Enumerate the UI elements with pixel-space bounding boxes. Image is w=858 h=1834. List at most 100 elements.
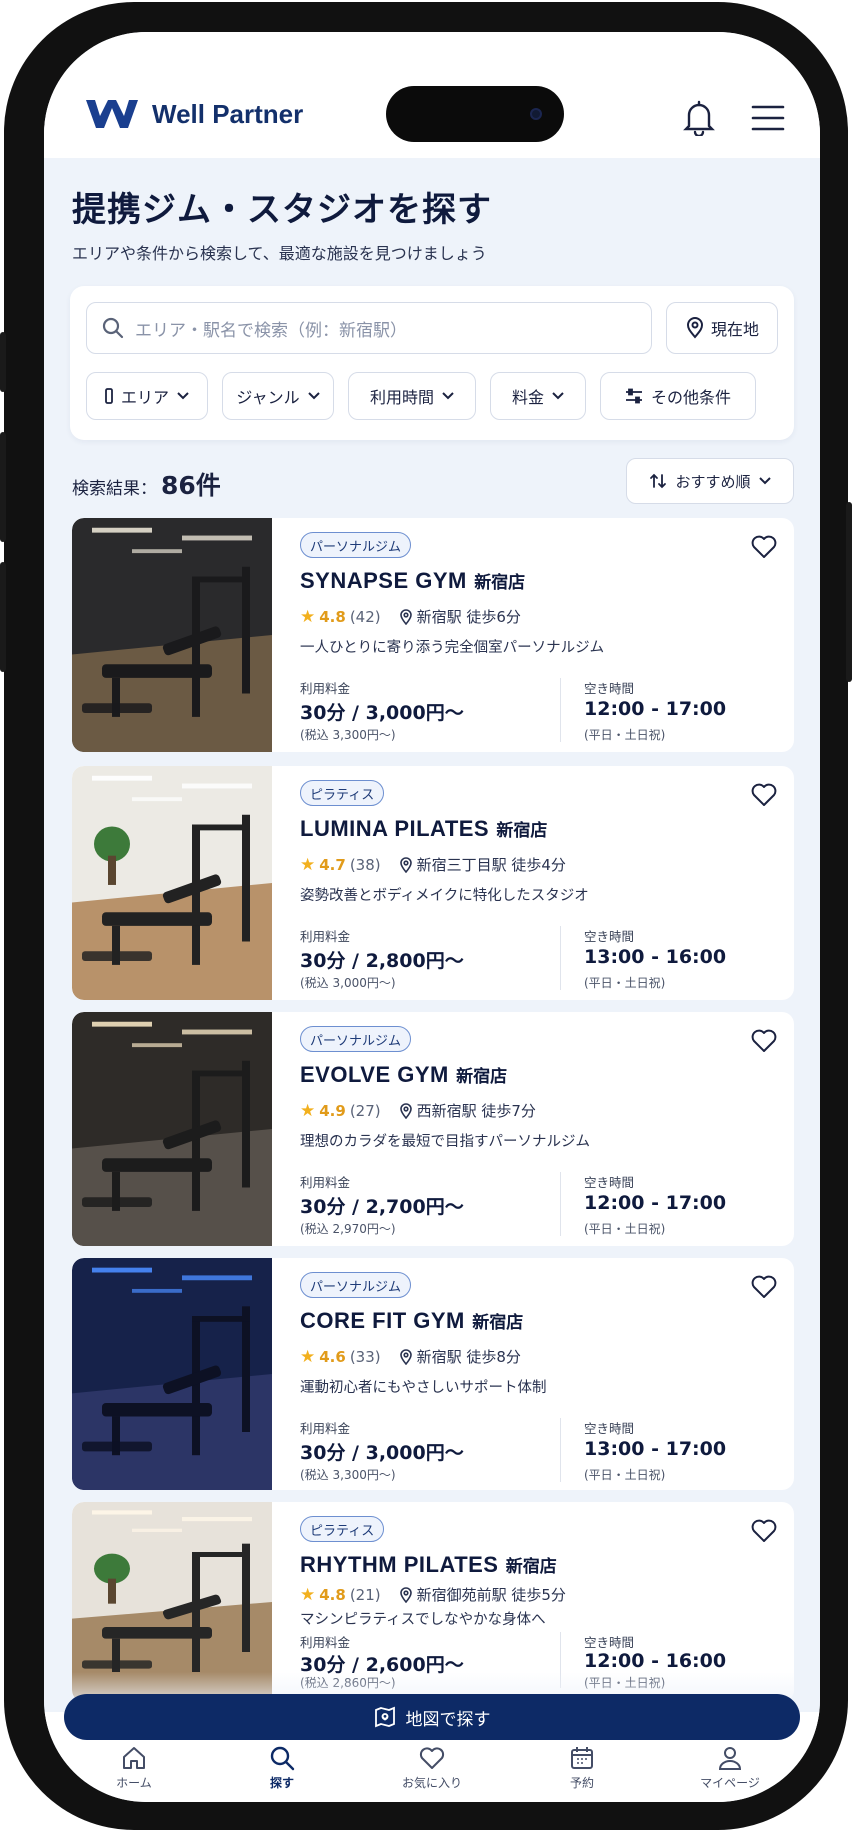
star-icon: ★ xyxy=(300,606,316,627)
tab-mypage[interactable]: マイページ xyxy=(680,1744,780,1791)
facility-description: マシンピラティスでしなやかな身体へ xyxy=(300,1612,546,1628)
tab-reservations-label: 予約 xyxy=(569,1776,594,1790)
facility-meta: ★ 4.8 (21) 新宿御苑前駅 徒歩5分 xyxy=(300,1584,566,1605)
app-name: Well Partner xyxy=(152,98,304,129)
location-pin-icon xyxy=(399,856,412,873)
divider xyxy=(560,1172,561,1236)
facility-name-branch: 新宿店 xyxy=(456,1067,508,1087)
favorite-heart-icon[interactable] xyxy=(750,1518,778,1544)
available-hours: 13:00 - 16:00 xyxy=(584,946,727,968)
screen: Well Partner 提携ジム・スタジオを探す エリアや条件から検索して、最… xyxy=(44,32,820,1802)
filter-price[interactable]: 料金 xyxy=(490,372,586,420)
sort-label: おすすめ順 xyxy=(675,472,751,491)
divider xyxy=(560,1418,561,1482)
phone-frame: Well Partner 提携ジム・スタジオを探す エリアや条件から検索して、最… xyxy=(0,2,852,1830)
divider xyxy=(560,926,561,990)
facility-name[interactable]: CORE FIT GYM 新宿店 xyxy=(300,1308,523,1334)
tab-home[interactable]: ホーム xyxy=(84,1744,184,1791)
facility-card[interactable]: パーソナルジム CORE FIT GYM 新宿店 ★ 4.6 (33) 新宿駅 … xyxy=(72,1258,794,1490)
facility-photo-3 xyxy=(72,1258,272,1490)
station-access: 新宿御苑前駅 徒歩5分 xyxy=(416,1586,566,1604)
price-value: 30分 / 3,000円〜 xyxy=(300,1442,464,1464)
favorite-heart-icon[interactable] xyxy=(750,782,778,808)
filter-genre[interactable]: ジャンル xyxy=(222,372,334,420)
chevron-down-icon xyxy=(177,392,189,400)
category-tag: パーソナルジム xyxy=(300,1026,412,1052)
facility-description: 運動初心者にもやさしいサポート体制 xyxy=(300,1380,547,1396)
facility-card[interactable]: ピラティス LUMINA PILATES 新宿店 ★ 4.7 (38) 新宿三丁… xyxy=(72,766,794,1000)
filter-area[interactable]: エリア xyxy=(86,372,208,420)
facility-name[interactable]: RHYTHM PILATES 新宿店 xyxy=(300,1552,557,1578)
facility-name-en: SYNAPSE GYM xyxy=(300,568,467,593)
result-label: 検索結果： xyxy=(72,479,157,499)
current-location-button[interactable]: 現在地 xyxy=(666,302,778,354)
facility-name-en: LUMINA PILATES xyxy=(300,816,490,841)
available-days: (平日・土日祝) xyxy=(584,1222,666,1236)
category-tag: パーソナルジム xyxy=(300,532,412,558)
volume-up-button xyxy=(0,432,6,542)
search-icon xyxy=(270,1746,295,1771)
available-label: 空き時間 xyxy=(584,681,635,696)
review-count: (21) xyxy=(349,1585,381,1604)
camera-icon xyxy=(530,108,542,120)
price-value: 30分 / 2,700円〜 xyxy=(300,1196,464,1218)
search-input[interactable]: エリア・駅名で検索（例：新宿駅） xyxy=(86,302,652,354)
filter-price-label: 料金 xyxy=(511,388,544,407)
map-search-button[interactable]: 地図で探す xyxy=(64,1694,800,1740)
facility-meta: ★ 4.9 (27) 西新宿駅 徒歩7分 xyxy=(300,1100,536,1121)
map-search-label: 地図で探す xyxy=(405,1709,491,1730)
rating-value: 4.8 xyxy=(319,607,346,626)
filter-time-label: 利用時間 xyxy=(369,388,434,407)
favorite-heart-icon[interactable] xyxy=(750,1028,778,1054)
location-pin-icon xyxy=(399,1102,412,1119)
price-tax: (税込 2,970円〜) xyxy=(300,1222,396,1236)
facility-card[interactable]: パーソナルジム EVOLVE GYM 新宿店 ★ 4.9 (27) 西新宿駅 徒… xyxy=(72,1012,794,1246)
bell-icon[interactable] xyxy=(680,98,718,136)
category-tag: ピラティス xyxy=(300,1516,385,1542)
available-label: 空き時間 xyxy=(584,1635,635,1650)
price-label: 利用料金 xyxy=(300,681,351,696)
result-count: 検索結果： 86件 xyxy=(72,466,221,502)
filter-time[interactable]: 利用時間 xyxy=(348,372,476,420)
map-icon xyxy=(374,1706,395,1728)
price-tax: (税込 3,000円〜) xyxy=(300,976,396,990)
facility-photo xyxy=(72,1258,272,1490)
home-icon xyxy=(123,1747,145,1769)
tab-favorites[interactable]: お気に入り xyxy=(382,1744,482,1791)
station-access: 西新宿駅 徒歩7分 xyxy=(416,1102,536,1120)
facility-card[interactable]: パーソナルジム SYNAPSE GYM 新宿店 ★ 4.8 (42) 新宿駅 徒… xyxy=(72,518,794,752)
search-placeholder: エリア・駅名で検索（例：新宿駅） xyxy=(135,320,407,341)
tab-search-label: 探す xyxy=(269,1776,294,1790)
price-label: 利用料金 xyxy=(300,1635,351,1650)
tab-search[interactable]: 探す xyxy=(232,1744,332,1791)
station-access: 新宿駅 徒歩6分 xyxy=(416,608,521,626)
facility-name[interactable]: EVOLVE GYM 新宿店 xyxy=(300,1062,507,1088)
tab-reservations[interactable]: 予約 xyxy=(532,1744,632,1791)
facility-photo xyxy=(72,1012,272,1246)
search-icon xyxy=(102,317,124,339)
favorite-heart-icon[interactable] xyxy=(750,1274,778,1300)
price-label: 利用料金 xyxy=(300,1175,351,1190)
location-pin-icon xyxy=(399,1586,412,1603)
facility-name[interactable]: LUMINA PILATES 新宿店 xyxy=(300,816,547,842)
search-panel: エリア・駅名で検索（例：新宿駅） 現在地 エリア ジャンル 利用時間 料金 その… xyxy=(70,286,794,440)
rating-value: 4.9 xyxy=(319,1101,346,1120)
facility-photo xyxy=(72,518,272,752)
current-location-label: 現在地 xyxy=(710,320,759,339)
facility-name[interactable]: SYNAPSE GYM 新宿店 xyxy=(300,568,525,594)
power-button xyxy=(846,502,852,682)
side-button xyxy=(0,332,6,392)
page-title: 提携ジム・スタジオを探す xyxy=(72,190,492,230)
rating-value: 4.7 xyxy=(319,855,346,874)
sort-dropdown[interactable]: おすすめ順 xyxy=(626,458,794,504)
filter-more[interactable]: その他条件 xyxy=(600,372,756,420)
favorite-heart-icon[interactable] xyxy=(750,534,778,560)
hamburger-menu-icon[interactable] xyxy=(750,104,786,132)
star-icon: ★ xyxy=(300,1346,316,1367)
dynamic-island xyxy=(386,86,564,142)
app-logo[interactable]: Well Partner xyxy=(84,96,303,132)
location-pin-icon xyxy=(399,608,412,625)
station-access: 新宿駅 徒歩8分 xyxy=(416,1348,521,1366)
facility-description: 一人ひとりに寄り添う完全個室パーソナルジム xyxy=(300,640,605,656)
facility-name-branch: 新宿店 xyxy=(472,1313,524,1333)
